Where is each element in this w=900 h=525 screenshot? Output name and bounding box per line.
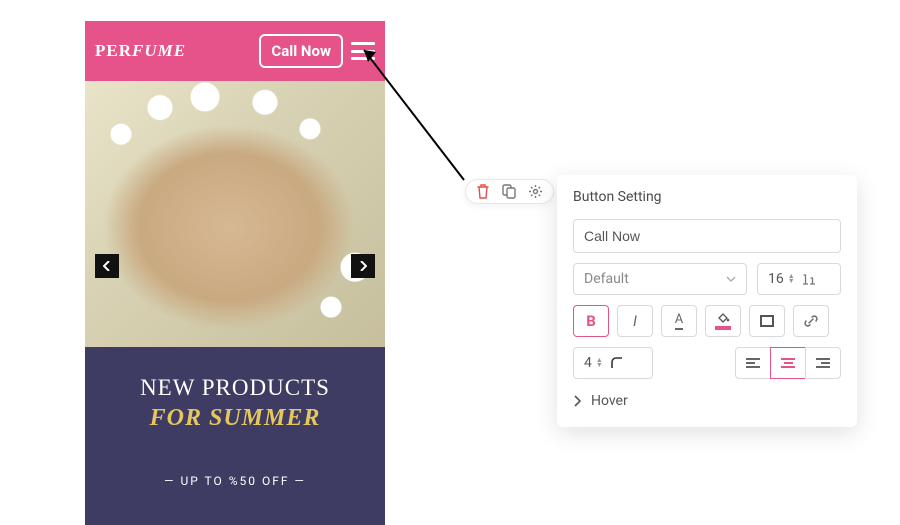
carousel-prev-button[interactable] — [95, 254, 119, 278]
button-text-input[interactable] — [573, 219, 841, 253]
panel-title: Button Setting — [573, 189, 841, 205]
font-size-input[interactable]: 16 ▲▼ — [757, 263, 841, 295]
chevron-down-icon — [726, 276, 736, 282]
mobile-header: PERFUME Call Now — [85, 21, 385, 81]
align-center-button[interactable] — [770, 347, 806, 379]
brand-part1: PER — [95, 41, 132, 60]
alignment-group — [735, 347, 841, 379]
delete-icon[interactable] — [476, 184, 490, 199]
call-now-button[interactable]: Call Now — [259, 34, 343, 68]
promo-heading-1: NEW PRODUCTS — [85, 375, 385, 401]
stepper-icon[interactable]: ▲▼ — [788, 274, 798, 284]
element-toolbar — [465, 179, 554, 204]
button-settings-panel: Button Setting Default 16 ▲▼ B I A — [557, 175, 857, 427]
hover-section-toggle[interactable]: Hover — [573, 393, 841, 409]
border-radius-input[interactable]: 4 ▲▼ — [573, 347, 653, 379]
brand-part2: FUME — [132, 41, 186, 60]
duplicate-icon[interactable] — [502, 184, 516, 199]
hero-image — [85, 81, 385, 347]
align-left-button[interactable] — [735, 347, 771, 379]
font-family-value: Default — [584, 271, 629, 287]
chevron-right-icon — [573, 395, 581, 407]
promo-banner: NEW PRODUCTS FOR SUMMER — UP TO %50 OFF … — [85, 347, 385, 525]
font-size-value: 16 — [768, 271, 784, 287]
annotation-arrow — [354, 40, 474, 190]
mobile-preview: PERFUME Call Now NEW PRODUCTS FOR SUMMER… — [85, 21, 385, 525]
promo-discount: — UP TO %50 OFF — — [85, 474, 385, 488]
font-size-icon — [802, 273, 816, 285]
italic-button[interactable]: I — [617, 305, 653, 337]
link-button[interactable] — [793, 305, 829, 337]
settings-icon[interactable] — [528, 184, 543, 199]
promo-heading-2: FOR SUMMER — [85, 405, 385, 432]
corner-radius-icon — [610, 356, 624, 370]
align-right-button[interactable] — [805, 347, 841, 379]
brand-logo: PERFUME — [95, 41, 251, 61]
border-color-button[interactable] — [749, 305, 785, 337]
border-radius-value: 4 — [584, 355, 592, 371]
text-color-button[interactable]: A — [661, 305, 697, 337]
fill-color-button[interactable] — [705, 305, 741, 337]
bold-button[interactable]: B — [573, 305, 609, 337]
hover-label: Hover — [591, 393, 628, 409]
stepper-icon[interactable]: ▲▼ — [596, 358, 606, 368]
font-family-select[interactable]: Default — [573, 263, 747, 295]
carousel-next-button[interactable] — [351, 254, 375, 278]
